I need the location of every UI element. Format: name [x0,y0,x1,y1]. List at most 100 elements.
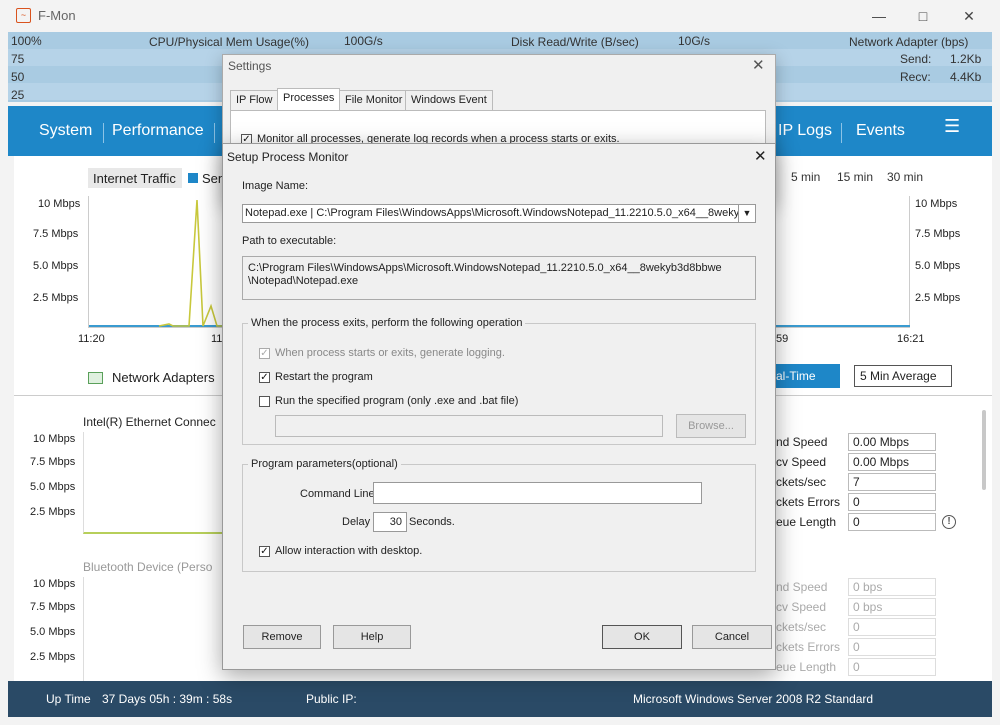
tab-windows-event[interactable]: Windows Event [405,90,493,110]
adapter1-graph [83,432,223,534]
x-tick-start: 11:20 [78,333,105,345]
traffic-graph-left [88,196,227,328]
logging-label: When process starts or exits, generate l… [275,347,505,359]
scrollbar-thumb[interactable] [982,410,986,490]
recv-value: 4.4Kb [950,70,982,84]
a2-queue-label: eue Length [776,660,837,674]
exit-group-title: When the process exits, perform the foll… [248,317,526,329]
setup-close-icon[interactable]: ✕ [754,147,767,165]
x-tick-2: 11 [211,333,223,345]
title-bar [0,0,1000,32]
a1-recv-speed-value: 0.00 Mbps [848,453,936,471]
nav-performance[interactable]: Performance [112,122,204,140]
tab-processes[interactable]: Processes [277,88,341,110]
run-program-checkbox[interactable] [259,396,270,407]
run-program-path-input[interactable] [275,415,663,437]
range-5min[interactable]: 5 min [791,170,820,184]
cancel-button[interactable]: Cancel [692,625,772,649]
a2-recv-speed-value: 0 bps [848,598,936,616]
y-tick-5-right: 5.0 Mbps [915,260,961,272]
image-name-select[interactable]: Notepad.exe | C:\Program Files\WindowsAp… [242,204,756,223]
run-program-label: Run the specified program (only .exe and… [275,395,519,407]
params-group-title: Program parameters(optional) [248,458,401,470]
nav-events[interactable]: Events [856,122,905,140]
adapter2-name: Bluetooth Device (Perso [83,560,213,574]
scale-25: 25 [11,88,25,102]
adapter1-name: Intel(R) Ethernet Connec [83,415,216,429]
uptime-label: Up Time [46,692,91,706]
a1-packets-value: 7 [848,473,936,491]
recv-line [158,199,227,327]
y-tick-7-5: 7.5 Mbps [33,228,79,240]
logging-checkbox[interactable]: ✓ [259,348,270,359]
a1-errors-label: ckets Errors [776,495,841,509]
help-button[interactable]: Help [333,625,411,649]
five-min-avg-label: 5 Min Average [860,369,937,383]
nav-ip-logs[interactable]: IP Logs [778,122,832,140]
settings-title: Settings [228,59,272,73]
send-label: Send: [900,52,932,66]
a1-queue-value: 0 [848,513,936,531]
public-ip-label: Public IP: [306,692,357,706]
y-tick-10-right: 10 Mbps [915,198,958,210]
image-name-label: Image Name: [242,180,309,192]
tab-ip-flow[interactable]: IP Flow [230,90,279,110]
uptime-value: 37 Days 05h : 39m : 58s [102,692,233,706]
chevron-down-icon[interactable]: ▼ [738,205,755,222]
settings-close-icon[interactable]: ✕ [752,56,765,74]
traffic-graph-right-svg [776,325,910,327]
a1-packets-label: ckets/sec [776,475,827,489]
path-label: Path to executable: [242,235,337,247]
a2-y75: 7.5 Mbps [30,601,76,613]
maximize-button[interactable]: □ [900,4,946,28]
a1-send-speed-value: 0.00 Mbps [848,433,936,451]
delay-label: Delay [342,516,371,528]
a2-recv-speed-label: cv Speed [776,600,827,614]
range-30min[interactable]: 30 min [887,170,923,184]
close-window-button[interactable]: ✕ [946,4,992,28]
restart-label: Restart the program [275,371,373,383]
tab-file-monitor[interactable]: File Monitor [339,90,409,110]
a1-y75: 7.5 Mbps [30,456,76,468]
a1-send-speed-label: nd Speed [776,435,828,449]
ok-button[interactable]: OK [602,625,682,649]
a2-queue-value: 0 [848,658,936,676]
allow-interaction-checkbox[interactable]: ✓ [259,546,270,557]
path-line-1: C:\Program Files\WindowsApps\Microsoft.W… [248,262,722,274]
disk-scale: 100G/s [344,34,383,48]
app-title: F-Mon [38,8,76,23]
restart-checkbox[interactable]: ✓ [259,372,270,383]
net-label: Network Adapter (bps) [849,35,969,49]
command-line-input[interactable] [373,482,702,504]
nav-separator [214,123,215,143]
a2-send-speed-value: 0 bps [848,578,936,596]
a2-y25: 2.5 Mbps [30,651,76,663]
range-15min[interactable]: 15 min [837,170,873,184]
cpu-mem-label: CPU/Physical Mem Usage(%) [149,35,310,49]
y-tick-10: 10 Mbps [38,198,81,210]
network-adapter-icon [88,372,103,384]
a2-packets-value: 0 [848,618,936,636]
delay-input[interactable]: 30 [373,512,407,532]
a1-recv-speed-label: cv Speed [776,455,827,469]
send-legend-swatch [188,173,198,183]
y-tick-2-5-right: 2.5 Mbps [915,292,961,304]
browse-button[interactable]: Browse... [676,414,746,438]
remove-button[interactable]: Remove [243,625,321,649]
traffic-graph-right [776,196,910,328]
a2-y10: 10 Mbps [33,578,76,590]
y-tick-7-5-right: 7.5 Mbps [915,228,961,240]
nav-separator [103,123,104,143]
network-adapters-title: Network Adapters [112,370,215,385]
scale-50: 50 [11,70,25,84]
seconds-label: Seconds. [409,516,455,528]
info-icon[interactable]: ! [942,515,956,529]
menu-icon[interactable]: ☰ [944,116,960,137]
disk-label: Disk Read/Write (B/sec) [511,35,639,49]
x-tick-partial: 59 [776,333,789,345]
minimize-button[interactable]: — [856,4,902,28]
a1-queue-label: eue Length [776,515,837,529]
a2-packets-label: ckets/sec [776,620,827,634]
path-line-2: \Notepad\Notepad.exe [248,275,359,287]
nav-system[interactable]: System [39,122,92,140]
